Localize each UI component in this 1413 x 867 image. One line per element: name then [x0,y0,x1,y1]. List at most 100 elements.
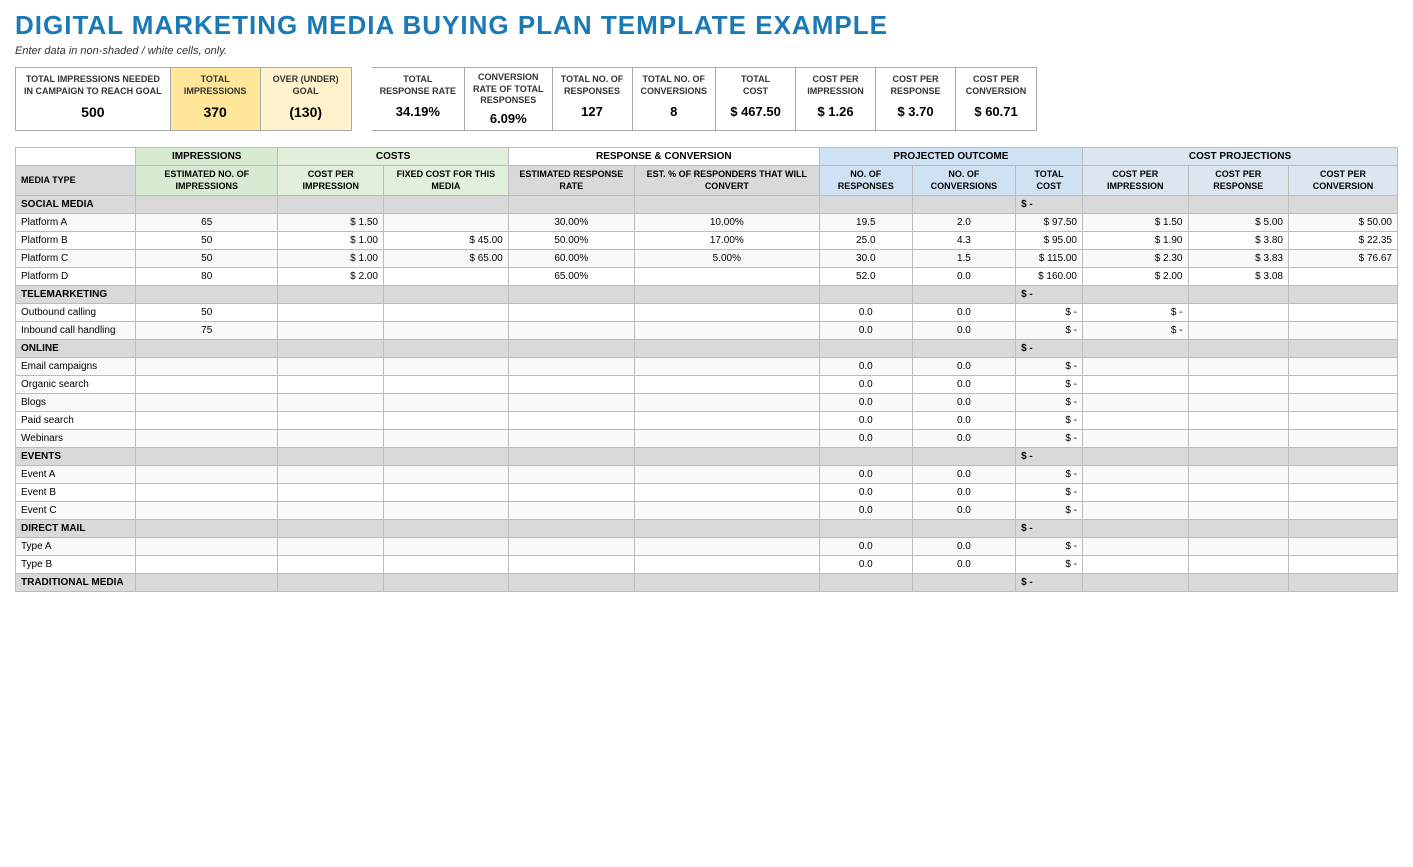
cell-11 [1288,466,1397,484]
cell-3 [383,376,508,394]
cell-10 [1188,484,1288,502]
cell-7: 0.0 [912,268,1015,286]
col-header-row: MEDIA TYPE ESTIMATED NO. OF IMPRESSIONS … [16,166,1398,196]
cell-2 [278,322,384,340]
cell-9: $ 2.00 [1083,268,1189,286]
section-col-0: TELEMARKETING [16,286,136,304]
cell-4 [508,466,634,484]
cell-8: $ 115.00 [1016,250,1083,268]
cell-8: $ - [1016,322,1083,340]
section-col-3 [383,448,508,466]
over-under-goal-label: OVER (UNDER)GOAL [269,72,343,100]
cell-2 [278,538,384,556]
total-impressions-label: TOTALIMPRESSIONS [179,72,252,100]
cost-per-impression-col-header: COST PER IMPRESSION [278,166,384,196]
section-col-2 [278,574,384,592]
table-row: Platform D80$ 2.0065.00%52.00.0$ 160.00$… [16,268,1398,286]
cell-11 [1288,268,1397,286]
cell-1: 75 [136,322,278,340]
cell-11 [1288,430,1397,448]
section-col-2 [278,520,384,538]
table-row: Email campaigns0.00.0$ - [16,358,1398,376]
cell-5 [634,304,819,322]
costs-group-header: COSTS [278,148,508,166]
section-header-row: SOCIAL MEDIA$ - [16,196,1398,214]
cell-9: $ 2.30 [1083,250,1189,268]
section-col-8: $ - [1016,340,1083,358]
section-col-2 [278,196,384,214]
cost-projections-group-header: COST PROJECTIONS [1083,148,1398,166]
cell-10 [1188,412,1288,430]
cell-2 [278,430,384,448]
section-col-1 [136,286,278,304]
section-col-1 [136,574,278,592]
cost-per-conversion-summary-label: COST PERCONVERSION [964,72,1028,100]
table-row: Blogs0.00.0$ - [16,394,1398,412]
section-col-8: $ - [1016,574,1083,592]
cost-per-impression-summary-value: $ 1.26 [804,100,867,119]
section-col-11 [1288,286,1397,304]
section-col-8: $ - [1016,196,1083,214]
fixed-cost-col-header: FIXED COST FOR THIS MEDIA [383,166,508,196]
cell-2 [278,376,384,394]
cell-6: 19.5 [819,214,912,232]
cell-7: 4.3 [912,232,1015,250]
cell-6: 0.0 [819,394,912,412]
cell-7: 0.0 [912,538,1015,556]
cell-7: 0.0 [912,466,1015,484]
total-no-conversions-label: TOTAL NO. OFCONVERSIONS [641,72,708,100]
total-impressions-needed-value: 500 [24,100,162,120]
response-conversion-group-header: RESPONSE & CONVERSION [508,148,819,166]
cell-5 [634,376,819,394]
total-impressions-needed-label: TOTAL IMPRESSIONS NEEDEDin Campaign to R… [24,72,162,100]
cell-5 [634,394,819,412]
subtitle: Enter data in non-shaded / white cells, … [15,45,1398,57]
section-col-5 [634,340,819,358]
cell-9: $ - [1083,304,1189,322]
section-col-9 [1083,340,1189,358]
cell-4: 60.00% [508,250,634,268]
cell-9 [1083,502,1189,520]
cell-2 [278,394,384,412]
summary-left: TOTAL IMPRESSIONS NEEDEDin Campaign to R… [15,67,352,131]
cell-9 [1083,538,1189,556]
section-col-5 [634,574,819,592]
total-response-rate-cell: TOTALRESPONSE RATE 34.19% [372,68,465,130]
cell-9 [1083,412,1189,430]
cell-8: $ 97.50 [1016,214,1083,232]
cell-3 [383,358,508,376]
cell-8: $ - [1016,412,1083,430]
cell-0: Event C [16,502,136,520]
section-col-10 [1188,196,1288,214]
section-col-9 [1083,286,1189,304]
cell-2: $ 2.00 [278,268,384,286]
projected-outcome-group-header: PROJECTED OUTCOME [819,148,1082,166]
est-response-rate-col-header: ESTIMATED RESPONSE RATE [508,166,634,196]
section-col-8: $ - [1016,286,1083,304]
section-col-5 [634,286,819,304]
section-col-9 [1083,196,1189,214]
total-impressions-needed-cell: TOTAL IMPRESSIONS NEEDEDin Campaign to R… [16,68,171,130]
cell-11 [1288,376,1397,394]
cell-7: 0.0 [912,484,1015,502]
cell-1: 80 [136,268,278,286]
cell-1 [136,502,278,520]
cell-10 [1188,556,1288,574]
cell-6: 0.0 [819,484,912,502]
cell-1 [136,430,278,448]
section-col-3 [383,286,508,304]
cell-1 [136,538,278,556]
cell-4 [508,358,634,376]
cell-3 [383,304,508,322]
cell-8: $ - [1016,430,1083,448]
cell-3 [383,556,508,574]
section-col-7 [912,286,1015,304]
cell-6: 30.0 [819,250,912,268]
media-type-col-header: MEDIA TYPE [16,166,136,196]
cell-5: 5.00% [634,250,819,268]
cell-3: $ 45.00 [383,232,508,250]
table-row: Webinars0.00.0$ - [16,430,1398,448]
cell-10 [1188,430,1288,448]
section-col-6 [819,574,912,592]
main-table: IMPRESSIONS COSTS RESPONSE & CONVERSION … [15,147,1398,592]
